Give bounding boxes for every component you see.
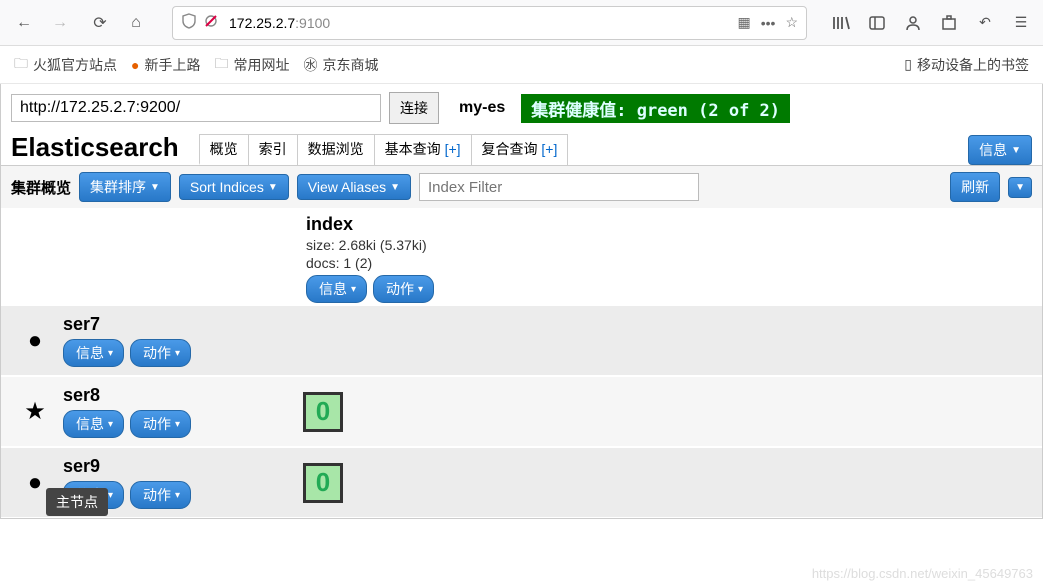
tab-overview[interactable]: 概览 <box>199 134 249 165</box>
view-aliases-button[interactable]: View Aliases ▼ <box>297 174 411 200</box>
more-icon[interactable]: ••• <box>761 15 776 31</box>
bookmark-item[interactable]: ㊌京东商城 <box>303 55 378 75</box>
node-info-button[interactable]: 信息 ▾ <box>63 410 124 438</box>
history-icon[interactable]: ↶ <box>971 9 999 37</box>
tab-browse[interactable]: 数据浏览 <box>297 134 375 165</box>
sort-indices-button[interactable]: Sort Indices ▼ <box>179 174 289 200</box>
chevron-down-icon: ▾ <box>175 419 180 430</box>
chevron-down-icon: ▼ <box>1015 182 1025 193</box>
connect-row: 连接 my-es 集群健康值: green (2 of 2) <box>1 84 1042 132</box>
qr-icon[interactable]: ▦ <box>737 14 750 31</box>
chevron-down-icon: ▾ <box>108 348 113 359</box>
sort-cluster-button[interactable]: 集群排序 ▼ <box>79 172 171 202</box>
folder-icon: 🗀 <box>214 53 228 77</box>
account-icon[interactable] <box>899 9 927 37</box>
tab-compound-query[interactable]: 复合查询 [+] <box>471 134 569 165</box>
toolbar-icons: ↶ ☰ <box>827 9 1035 37</box>
url-text: 172.25.2.7:9100 <box>229 15 737 31</box>
node-row: ● ser7 信息 ▾ 动作 ▾ <box>1 305 1042 376</box>
cluster-health-badge: 集群健康值: green (2 of 2) <box>521 94 790 123</box>
node-name: ser7 <box>63 314 293 335</box>
mobile-bookmarks[interactable]: ▯移动设备上的书签 <box>904 55 1029 75</box>
overview-label: 集群概览 <box>11 177 71 198</box>
master-node-icon: ★ <box>7 397 63 426</box>
bookmark-item[interactable]: 🗀火狐官方站点 <box>14 53 117 77</box>
shard-box[interactable]: 0 <box>303 392 343 432</box>
tab-indices[interactable]: 索引 <box>248 134 298 165</box>
firefox-icon: ● <box>131 57 139 73</box>
menu-icon[interactable]: ☰ <box>1007 9 1035 37</box>
chevron-down-icon: ▾ <box>108 419 113 430</box>
node-status-icon: ● <box>7 327 63 355</box>
index-size: size: 2.68ki (5.37ki) <box>306 237 1042 253</box>
index-action-button[interactable]: 动作 ▾ <box>373 275 434 303</box>
node-action-button[interactable]: 动作 ▾ <box>130 339 191 367</box>
shield-icon <box>181 13 197 32</box>
chevron-down-icon: ▾ <box>418 284 423 295</box>
index-docs: docs: 1 (2) <box>306 255 1042 271</box>
bookmarks-bar: 🗀火狐官方站点 ●新手上路 🗀常用网址 ㊌京东商城 ▯移动设备上的书签 <box>0 46 1043 84</box>
bookmark-item[interactable]: 🗀常用网址 <box>214 53 289 77</box>
info-button[interactable]: 信息 ▼ <box>968 135 1032 165</box>
node-action-button[interactable]: 动作 ▾ <box>130 410 191 438</box>
index-filter-input[interactable] <box>419 173 699 201</box>
reload-button[interactable]: ⟳ <box>84 7 116 39</box>
star-icon[interactable]: ☆ <box>785 14 798 31</box>
tracking-icon <box>203 13 219 32</box>
es-head: 连接 my-es 集群健康值: green (2 of 2) Elasticse… <box>0 84 1043 519</box>
home-button[interactable]: ⌂ <box>120 7 152 39</box>
refresh-dropdown[interactable]: ▼ <box>1008 177 1032 198</box>
tab-basic-query[interactable]: 基本查询 [+] <box>374 134 472 165</box>
tabs: 概览 索引 数据浏览 基本查询 [+] 复合查询 [+] <box>199 134 568 165</box>
node-row: ● ser9 信息 ▾ 动作 ▾ 0 <box>1 447 1042 518</box>
mobile-icon: ▯ <box>904 56 912 73</box>
master-node-tooltip: 主节点 <box>46 488 108 516</box>
chevron-down-icon: ▼ <box>268 182 278 193</box>
node-name: ser9 <box>63 456 293 477</box>
node-name: ser8 <box>63 385 293 406</box>
refresh-button[interactable]: 刷新 <box>950 172 1000 202</box>
title-tabs: Elasticsearch 概览 索引 数据浏览 基本查询 [+] 复合查询 [… <box>1 132 1042 165</box>
chevron-down-icon: ▼ <box>390 182 400 193</box>
cluster-name: my-es <box>459 99 505 117</box>
node-action-button[interactable]: 动作 ▾ <box>130 481 191 509</box>
shard-box[interactable]: 0 <box>303 463 343 503</box>
index-header: index size: 2.68ki (5.37ki) docs: 1 (2) … <box>306 208 1042 305</box>
extensions-icon[interactable] <box>935 9 963 37</box>
folder-icon: 🗀 <box>14 53 28 77</box>
node-row: ★ ser8 信息 ▾ 动作 ▾ 0 <box>1 376 1042 447</box>
node-info-button[interactable]: 信息 ▾ <box>63 339 124 367</box>
chevron-down-icon: ▾ <box>351 284 356 295</box>
browser-toolbar: ← → ⟳ ⌂ 172.25.2.7:9100 ▦ ••• ☆ ↶ ☰ <box>0 0 1043 46</box>
back-button[interactable]: ← <box>8 7 40 39</box>
library-icon[interactable] <box>827 9 855 37</box>
connect-button[interactable]: 连接 <box>389 92 439 124</box>
watermark: https://blog.csdn.net/weixin_45649763 <box>812 566 1033 581</box>
app-title: Elasticsearch <box>11 132 179 163</box>
bookmark-item[interactable]: ●新手上路 <box>131 55 200 75</box>
chevron-down-icon: ▾ <box>175 348 180 359</box>
forward-button[interactable]: → <box>44 7 76 39</box>
overview-toolbar: 集群概览 集群排序 ▼ Sort Indices ▼ View Aliases … <box>1 165 1042 208</box>
chevron-down-icon: ▾ <box>108 490 113 501</box>
chevron-down-icon: ▾ <box>175 490 180 501</box>
cluster-url-input[interactable] <box>11 94 381 122</box>
url-bar[interactable]: 172.25.2.7:9100 ▦ ••• ☆ <box>172 6 807 40</box>
sidebar-icon[interactable] <box>863 9 891 37</box>
index-name[interactable]: index <box>306 214 1042 235</box>
index-info-button[interactable]: 信息 ▾ <box>306 275 367 303</box>
chevron-down-icon: ▼ <box>150 182 160 193</box>
chevron-down-icon: ▼ <box>1011 145 1021 156</box>
globe-icon: ㊌ <box>303 55 317 75</box>
